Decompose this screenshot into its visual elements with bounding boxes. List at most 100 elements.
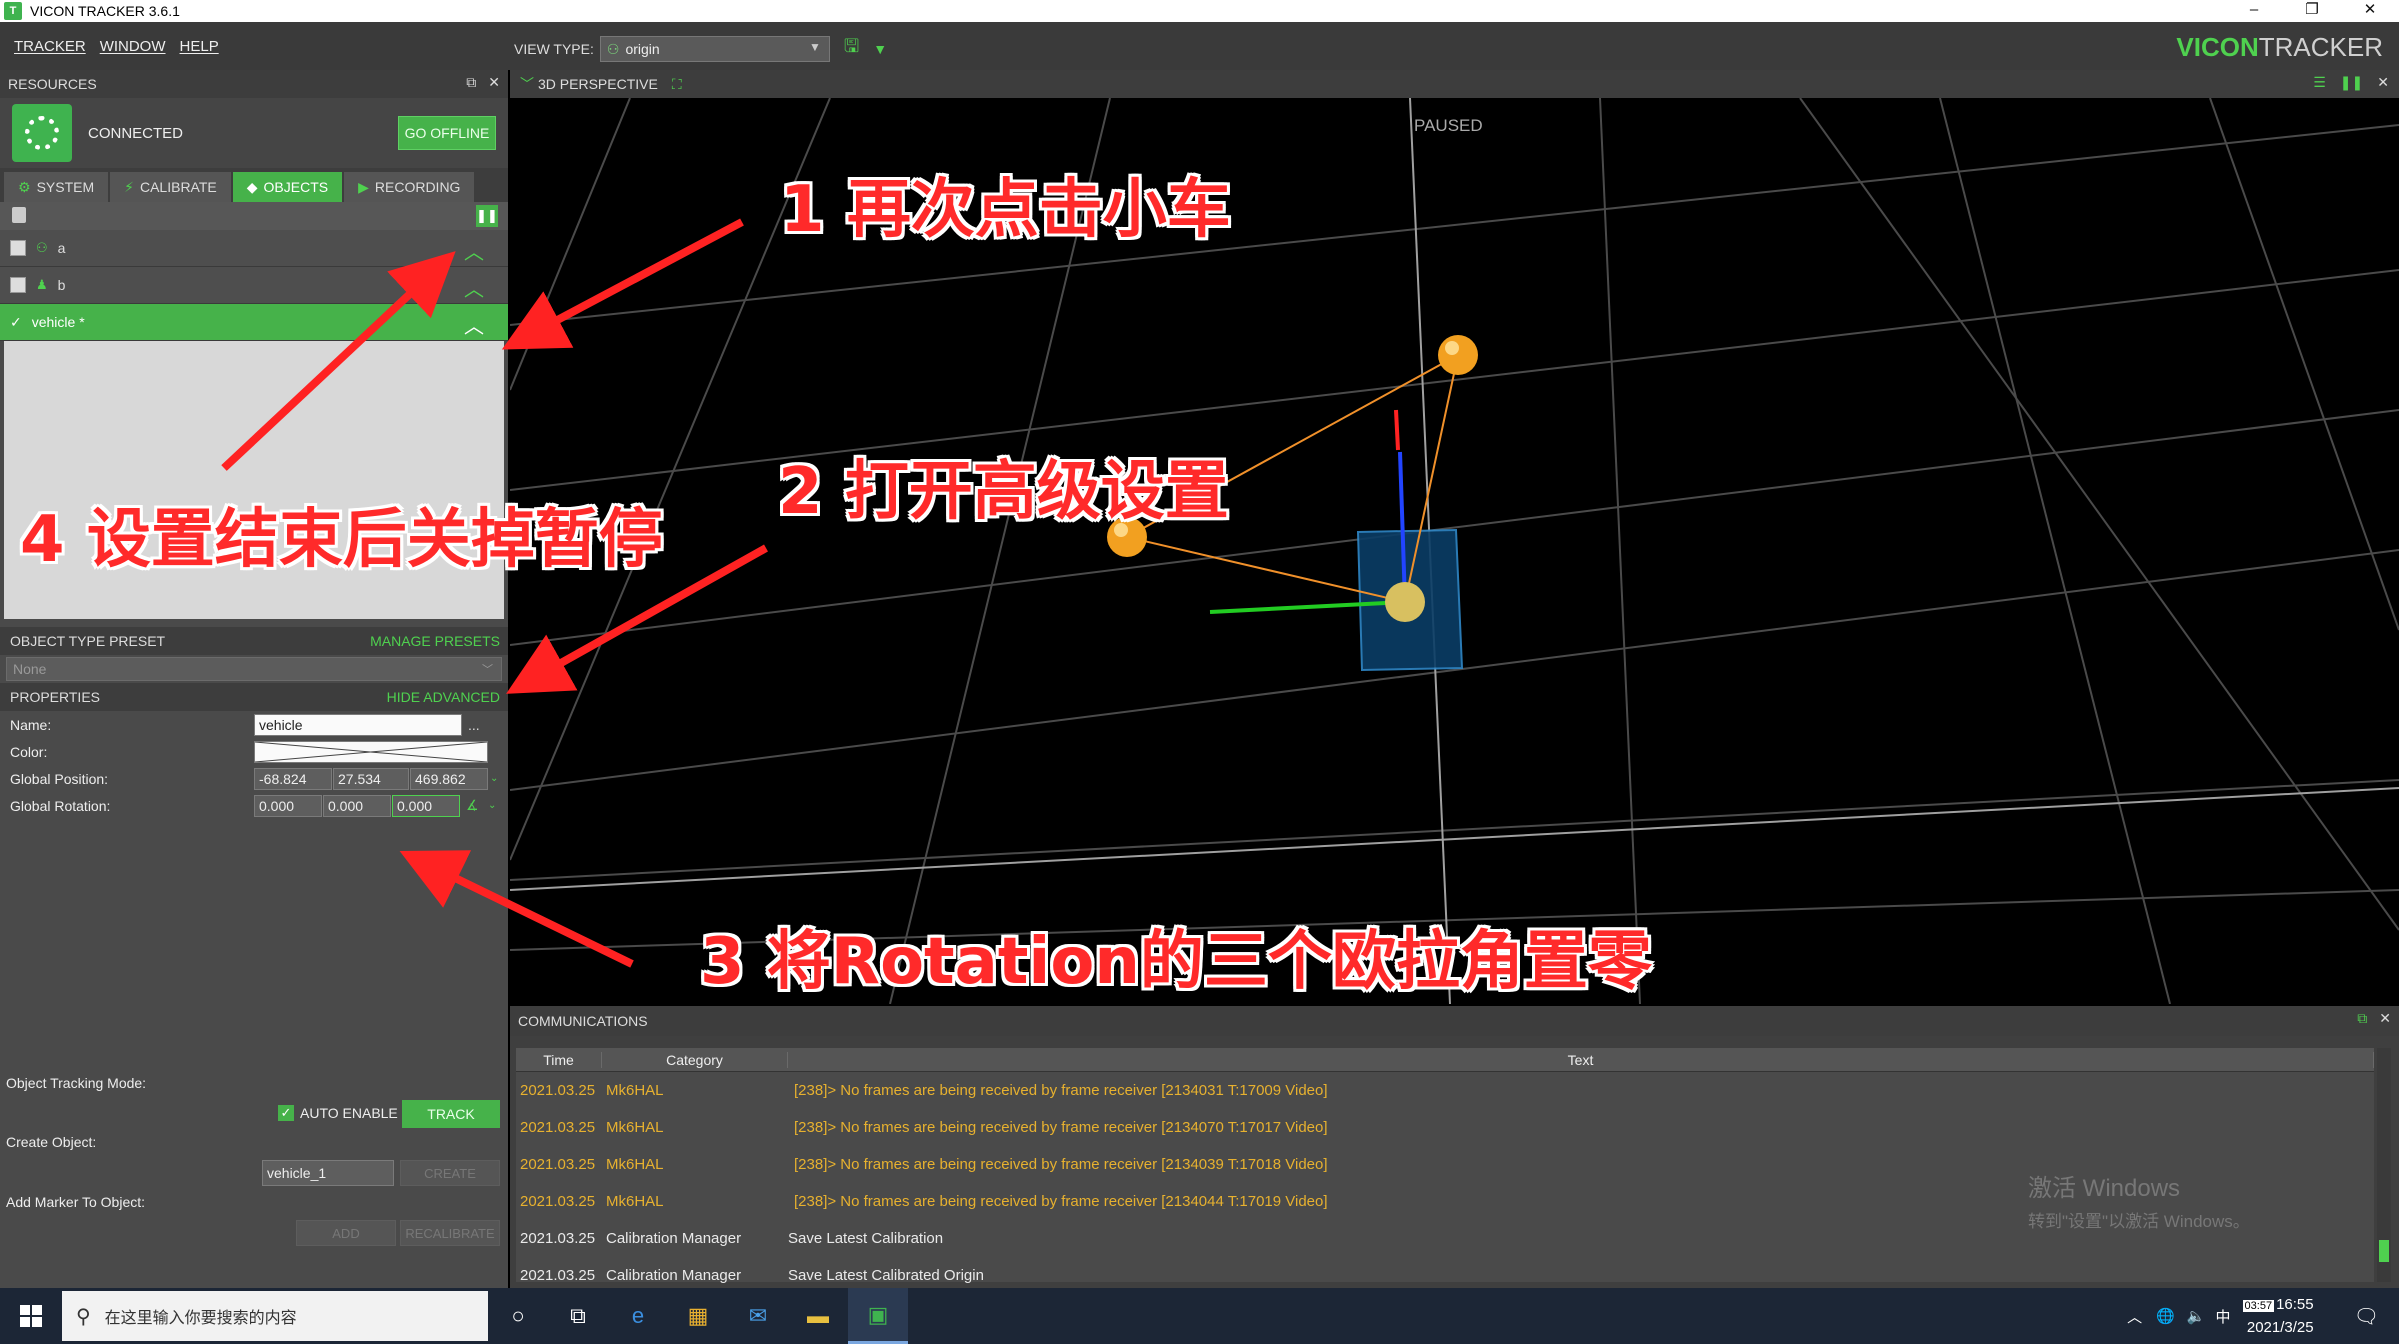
angle-icon[interactable]: ∡: [466, 797, 479, 814]
column-text[interactable]: Text: [788, 1051, 2374, 1068]
recalibrate-button[interactable]: RECALIBRATE: [400, 1220, 500, 1246]
tab-calibrate[interactable]: ⚡ CALIBRATE: [110, 172, 231, 202]
rotation-z-field[interactable]: 0.000: [392, 794, 460, 817]
scrollbar[interactable]: [2377, 1048, 2391, 1282]
connection-row: CONNECTED GO OFFLINE: [0, 98, 508, 168]
pause-button[interactable]: ❚❚: [476, 205, 498, 227]
connection-icon: [12, 104, 72, 162]
store-icon[interactable]: ▦: [668, 1288, 728, 1344]
layout-icon[interactable]: ☰: [2313, 74, 2326, 91]
cell-category: Mk6HAL: [606, 1156, 664, 1173]
clock[interactable]: 03:57 16:55 2021/3/25: [2242, 1294, 2314, 1339]
go-offline-button[interactable]: GO OFFLINE: [398, 116, 496, 150]
close-icon[interactable]: ✕: [488, 74, 500, 91]
preset-select[interactable]: None ﹀: [6, 657, 502, 681]
table-row[interactable]: 2021.03.25 Mk6HAL [238]> No frames are bei…: [516, 1109, 2374, 1146]
undock-icon[interactable]: ⧉: [466, 74, 476, 91]
color-label: Color:: [10, 743, 48, 760]
chevron-down-icon[interactable]: ⌄: [488, 800, 496, 811]
restore-button[interactable]: ❐: [2283, 0, 2341, 22]
close-icon[interactable]: ✕: [2377, 74, 2389, 91]
ime-indicator[interactable]: 中: [2216, 1306, 2231, 1327]
check-icon[interactable]: ✓: [10, 314, 22, 331]
undock-icon[interactable]: ⧉: [2357, 1010, 2367, 1027]
chevron-up-icon[interactable]: ︿: [464, 273, 484, 302]
name-more-button[interactable]: ...: [468, 717, 480, 733]
cell-text: [238]> No frames are being received by f…: [794, 1193, 1328, 1210]
column-category[interactable]: Category: [602, 1051, 788, 1068]
file-explorer-icon[interactable]: ▬: [788, 1288, 848, 1344]
paused-status: PAUSED: [1414, 116, 1483, 135]
communications-table: Time Category Text 2021.03.25 Mk6HAL [238]…: [516, 1048, 2374, 1284]
table-row[interactable]: 2021.03.25 Mk6HAL [238]> No frames are bei…: [516, 1072, 2374, 1109]
pause-icon[interactable]: ❚❚: [2340, 74, 2363, 91]
vicon-logo: VICONTRACKER: [2176, 32, 2383, 62]
close-window-button[interactable]: ✕: [2341, 0, 2399, 22]
tab-recording[interactable]: ▶ RECORDING: [344, 172, 475, 202]
properties-header: PROPERTIES HIDE ADVANCED: [0, 683, 508, 711]
position-x-field[interactable]: -68.824: [254, 767, 332, 790]
cortana-icon[interactable]: ○: [488, 1288, 548, 1344]
mail-icon[interactable]: ✉: [728, 1288, 788, 1344]
chevron-up-icon[interactable]: ︿: [464, 236, 484, 265]
save-icon[interactable]: 🖫: [844, 34, 859, 64]
rotation-x-field[interactable]: 0.000: [254, 794, 322, 817]
rotation-y-field[interactable]: 0.000: [323, 794, 391, 817]
objects-toolbar: ❚❚: [0, 202, 508, 230]
focus-icon[interactable]: ⛶: [672, 76, 682, 93]
menu-window[interactable]: WINDOW: [100, 38, 166, 55]
minimize-button[interactable]: –: [2225, 0, 2283, 22]
cell-time: 2021.03.25: [520, 1230, 596, 1247]
create-object-field[interactable]: vehicle_1: [262, 1160, 394, 1186]
chevron-down-icon[interactable]: ⌄: [490, 773, 498, 784]
title-bar: T VICON TRACKER 3.6.1 – ❐ ✕: [0, 0, 2399, 22]
object-row-a[interactable]: ⚇ a ︿: [0, 230, 508, 267]
auto-enable-checkbox[interactable]: ✓ AUTO ENABLE: [278, 1105, 398, 1121]
cell-time: 2021.03.25: [520, 1156, 596, 1173]
chevron-up-icon[interactable]: ︿: [2127, 1306, 2142, 1327]
hide-advanced-link[interactable]: HIDE ADVANCED: [387, 689, 500, 705]
lock-icon[interactable]: [12, 207, 26, 223]
diamond-icon: ◆: [246, 178, 258, 195]
object-checkbox[interactable]: [10, 277, 26, 293]
position-y-field[interactable]: 27.534: [333, 767, 409, 790]
taskbar-search[interactable]: ⚲ 在这里输入你要搜索的内容: [62, 1291, 488, 1341]
resources-header: RESOURCES ⧉ ✕: [0, 70, 508, 98]
object-row-vehicle[interactable]: ✓ vehicle * ︿: [0, 304, 508, 341]
manage-presets-link[interactable]: MANAGE PRESETS: [370, 633, 500, 649]
object-row-b[interactable]: ♟ b ︿: [0, 267, 508, 304]
notification-icon[interactable]: 🗨: [2354, 1304, 2379, 1329]
cell-category: Mk6HAL: [606, 1082, 664, 1099]
chevron-down-icon[interactable]: ﹀: [520, 74, 534, 94]
pin-down-icon[interactable]: ▼: [873, 41, 887, 57]
position-z-field[interactable]: 469.862: [410, 767, 488, 790]
task-view-icon[interactable]: ⧉: [548, 1288, 608, 1344]
edge-icon[interactable]: e: [608, 1288, 668, 1344]
network-icon[interactable]: 🌐: [2156, 1307, 2175, 1325]
close-icon[interactable]: ✕: [2379, 1010, 2391, 1027]
resource-tabs: ⚙ SYSTEM ⚡ CALIBRATE ◆ OBJECTS ▶ RECORDING: [0, 168, 508, 202]
scrollbar-thumb[interactable]: [2379, 1240, 2389, 1262]
chevron-up-icon[interactable]: ︿: [464, 310, 484, 339]
start-button[interactable]: [0, 1288, 62, 1344]
name-field[interactable]: vehicle: [254, 713, 462, 736]
track-button[interactable]: TRACK: [402, 1100, 500, 1128]
properties-title: PROPERTIES: [10, 689, 100, 705]
create-button[interactable]: CREATE: [400, 1160, 500, 1186]
tab-objects[interactable]: ◆ OBJECTS: [232, 172, 343, 202]
tab-system[interactable]: ⚙ SYSTEM: [4, 172, 109, 202]
view-type-select[interactable]: ⚇ origin ▼: [599, 36, 830, 62]
menu-help[interactable]: HELP: [180, 38, 219, 55]
resources-panel: RESOURCES ⧉ ✕ CONNECTED GO OFFLINE ⚙ SYST…: [0, 70, 508, 1288]
menu-tracker[interactable]: TRACKER: [14, 38, 86, 55]
add-marker-button[interactable]: ADD: [296, 1220, 396, 1246]
global-position-row: Global Position: -68.824 27.534 469.862 …: [0, 765, 508, 792]
column-time[interactable]: Time: [516, 1051, 602, 1068]
color-swatch[interactable]: [254, 740, 488, 763]
object-checkbox[interactable]: [10, 240, 26, 256]
volume-icon[interactable]: 🔈: [2187, 1307, 2206, 1325]
communications-header: COMMUNICATIONS ⧉ ✕: [510, 1006, 2399, 1036]
vicon-tracker-taskbar-icon[interactable]: ▣: [848, 1288, 908, 1344]
gear-icon: ⚙: [18, 178, 31, 195]
taskbar: ⚲ 在这里输入你要搜索的内容 ○ ⧉ e ▦ ✉ ▬ ▣ ︿ 🌐 🔈 中 03:…: [0, 1288, 2399, 1344]
